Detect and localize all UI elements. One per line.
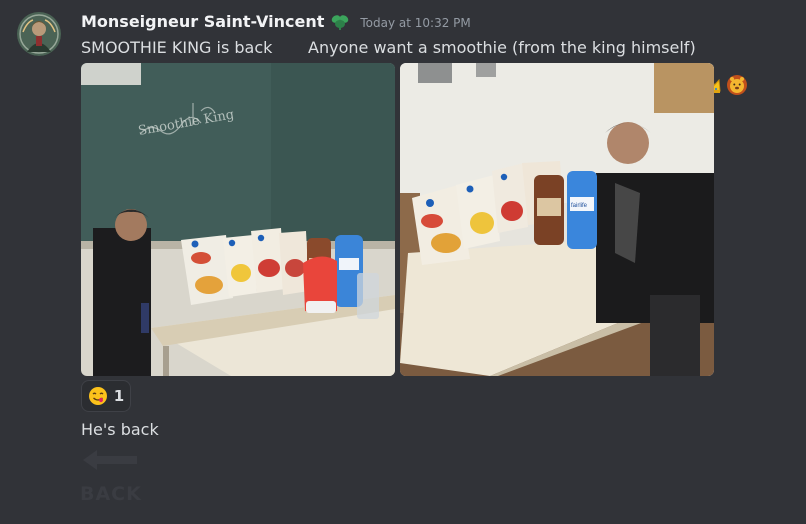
green-leaf-role-icon[interactable] [330,11,350,31]
avatar-portrait-icon [17,12,61,56]
table-photo: fairlife [400,63,714,376]
face-savoring-food-icon [88,386,108,406]
message-header: Monseigneur Saint-Vincent Today at 10:32… [81,11,471,31]
bottle-label: fairlife [571,203,588,209]
author-username[interactable]: Monseigneur Saint-Vincent [81,12,324,31]
chalkboard-photo: Smoothie King [81,63,395,376]
attachment-image-chalkboard[interactable]: Smoothie King [81,63,395,376]
faded-back-text: BACK [80,483,142,505]
message-timestamp: Today at 10:32 PM [360,15,471,30]
user-avatar[interactable] [17,12,61,56]
message-container: Monseigneur Saint-Vincent Today at 10:32… [0,0,806,524]
followup-message-text: He's back [81,420,159,439]
attachment-image-table[interactable]: fairlife [400,63,714,376]
reaction-count: 1 [113,387,125,405]
reaction-button[interactable]: 1 [81,380,131,412]
message-text: SMOOTHIE KING is back Anyone want a smoo… [81,37,696,57]
crown-emoji[interactable] [700,36,722,93]
message-content: SMOOTHIE KING is back Anyone want a smoo… [81,36,748,95]
faded-back-arrow-icon [81,448,139,472]
lion-face-emoji[interactable] [726,36,748,95]
